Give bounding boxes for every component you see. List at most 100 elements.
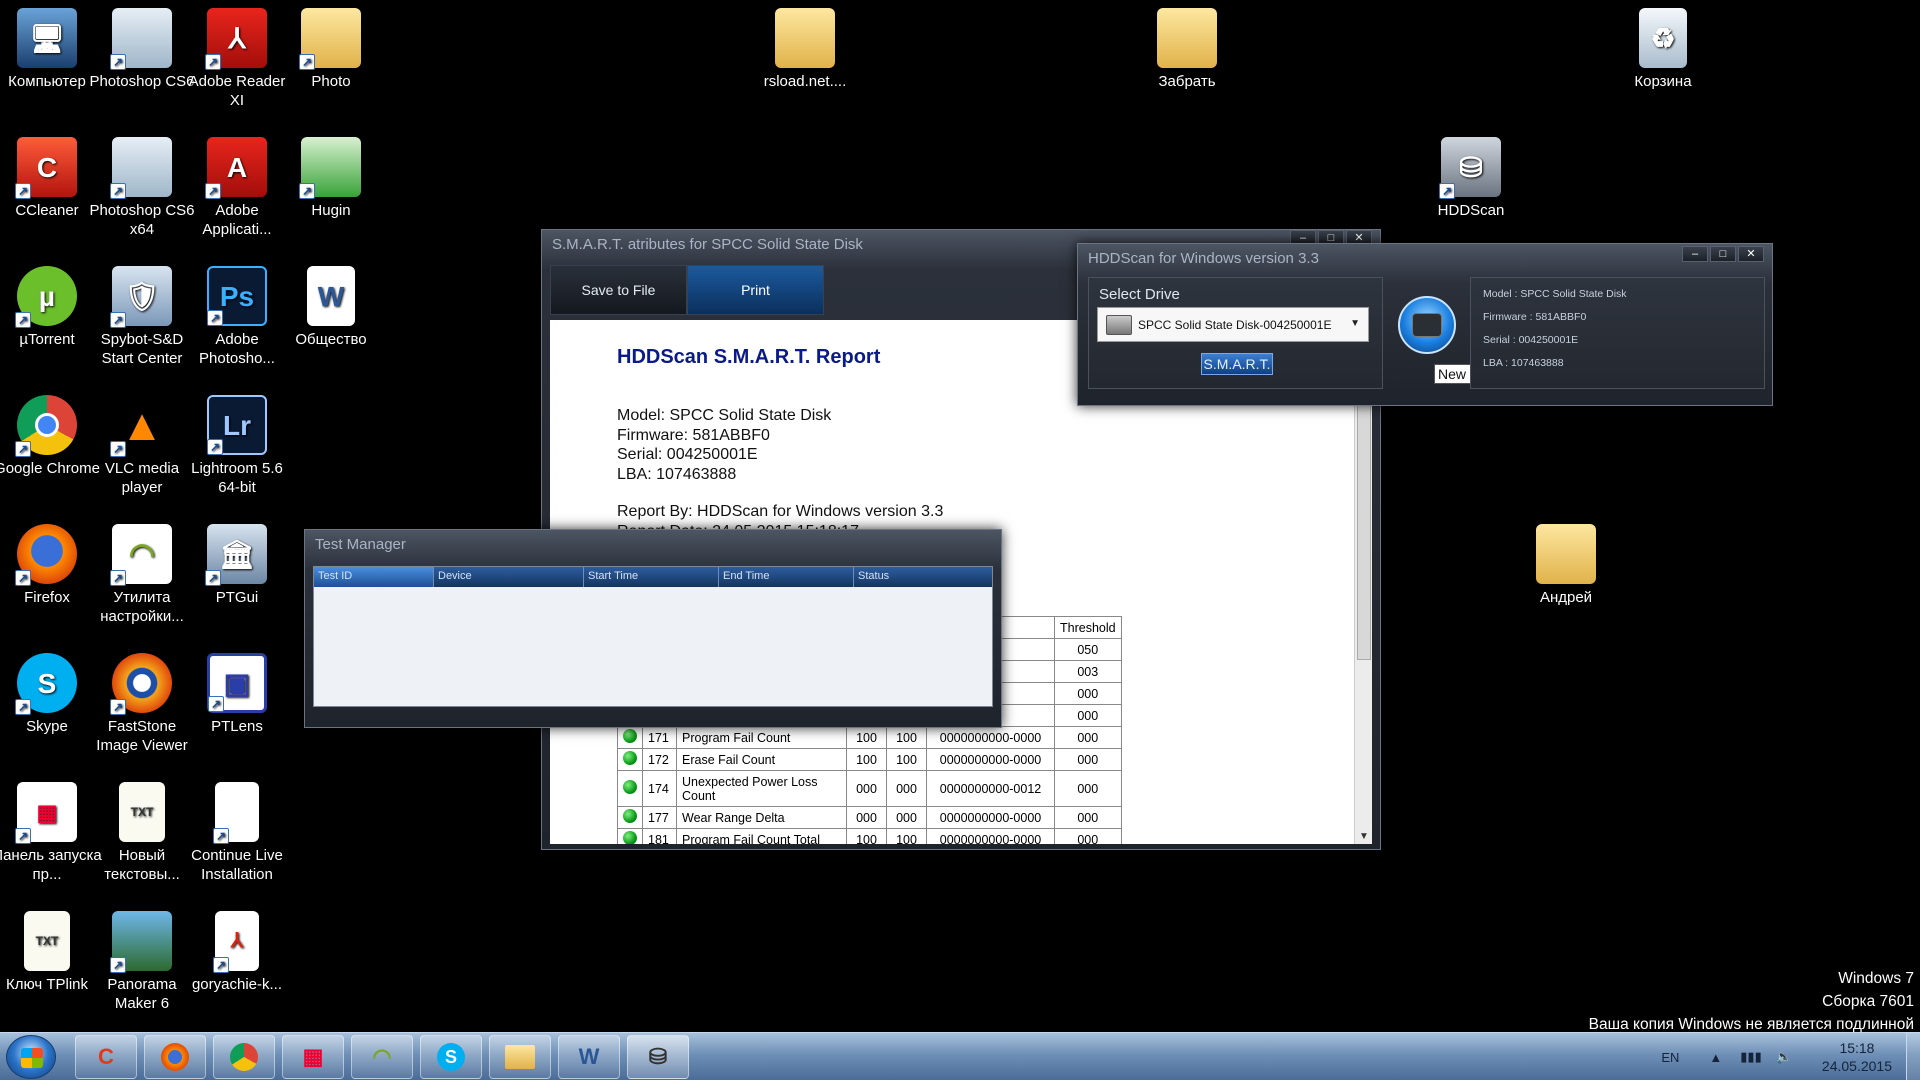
hdd-icon (1412, 313, 1442, 337)
taskbar-skype[interactable]: S (420, 1035, 482, 1079)
desktop-icon-ptgui[interactable]: 🏛 ↗ PTGui (182, 524, 292, 607)
drive-info-panel: Model : SPCC Solid State Disk Firmware :… (1470, 277, 1765, 389)
hddscan-titlebar[interactable]: HDDScan for Windows version 3.3 (1078, 244, 1772, 274)
desktop-icon-panorama-maker[interactable]: ↗ Panorama Maker 6 (87, 911, 197, 1013)
faststone-icon: ↗ (110, 653, 172, 715)
adobe-icon: A ↗ (205, 137, 267, 199)
windows-watermark: Windows 7 Сборка 7601 Ваша копия Windows… (1588, 970, 1914, 1033)
threshold-column-header: Threshold (1054, 616, 1122, 639)
skype-icon: S (437, 1043, 465, 1071)
smart-button[interactable]: S.M.A.R.T. (1201, 353, 1273, 375)
maximize-button[interactable]: □ (1710, 246, 1736, 262)
drive-select[interactable]: SPCC Solid State Disk-004250001E ▼ (1097, 307, 1369, 342)
recycle-bin-icon: ♻ (1639, 8, 1687, 68)
desktop-icon-zabrat[interactable]: Забрать (1132, 8, 1242, 91)
table-row: 172 Erase Fail Count 100 100 0000000000-… (617, 748, 1122, 771)
test-manager-titlebar[interactable]: Test Manager (305, 530, 1001, 560)
desktop-icon-photoshop-cs6-x64[interactable]: ↗ Photoshop CS6 x64 (87, 137, 197, 239)
volume-icon[interactable]: 🔈 (1776, 1049, 1792, 1065)
report-firmware: Firmware: 581ABBF0 (617, 426, 770, 444)
photoshop-icon: ↗ (110, 8, 172, 70)
taskbar-chrome[interactable] (213, 1035, 275, 1079)
show-desktop-button[interactable] (1906, 1033, 1920, 1080)
desktop-icon-andrey[interactable]: Андрей (1511, 524, 1621, 607)
select-drive-group: Select Drive SPCC Solid State Disk-00425… (1088, 277, 1383, 389)
wifi-utility-icon: ◠ (372, 1044, 392, 1069)
spybot-icon: 🛡 ↗ (110, 266, 172, 328)
save-to-file-button[interactable]: Save to File (550, 265, 687, 315)
table-row: 171 Program Fail Count 100 100 000000000… (617, 726, 1122, 749)
wifi-utility-icon: ◠ ↗ (110, 524, 172, 586)
ccleaner-icon: C ↗ (15, 137, 77, 199)
system-tray: EN ▲ ▮▮▮ 🔈 15:18 24.05.2015 (1661, 1033, 1920, 1080)
status-ok-icon (623, 780, 637, 794)
language-indicator[interactable]: EN (1661, 1050, 1679, 1065)
chevron-down-icon[interactable]: ▼ (1350, 318, 1360, 329)
col-test-id[interactable]: Test ID (314, 567, 434, 587)
info-serial: Serial : 004250001E (1483, 334, 1579, 346)
report-model: Model: SPCC Solid State Disk (617, 407, 832, 424)
word-icon: W (578, 1044, 600, 1069)
folder-icon (1157, 8, 1217, 68)
network-icon[interactable]: ▮▮▮ (1740, 1049, 1761, 1065)
desktop-icon-lightroom[interactable]: Lr ↗ Lightroom 5.6 64-bit (182, 395, 292, 497)
status-ok-icon (623, 729, 637, 743)
taskbar-word[interactable]: W (558, 1035, 620, 1079)
test-manager-header: Test ID Device Start Time End Time Statu… (314, 567, 992, 587)
file-icon: ↗ (213, 782, 259, 844)
desktop-icon-photoshop-cs6[interactable]: ↗ Photoshop CS6 (87, 8, 197, 91)
desktop-icon-wifi-utility[interactable]: ◠ ↗ Утилита настройки... (87, 524, 197, 626)
hddscan-main-window[interactable]: HDDScan for Windows version 3.3 – □ ✕ Se… (1077, 243, 1773, 406)
taskbar-wifi-utility[interactable]: ◠ (351, 1035, 413, 1079)
clock[interactable]: 15:18 24.05.2015 (1822, 1039, 1892, 1075)
col-end-time[interactable]: End Time (719, 567, 854, 587)
table-row: 174 Unexpected Power Loss Count 000 000 … (617, 770, 1122, 807)
desktop-icon-recycle-bin[interactable]: ♻ Корзина (1608, 8, 1718, 91)
start-button[interactable] (6, 1035, 56, 1079)
minimize-button[interactable]: – (1682, 246, 1708, 262)
taskbar-hddscan[interactable]: ⛁ (627, 1035, 689, 1079)
folder-icon (775, 8, 835, 68)
col-status[interactable]: Status (854, 567, 992, 587)
test-manager-window[interactable]: Test Manager Test ID Device Start Time E… (304, 529, 1002, 728)
taskbar: C ▦ ◠ S W ⛁ EN ▲ ▮▮▮ 🔈 15:18 24.05.2015 (0, 1032, 1920, 1080)
new-task-button[interactable] (1398, 296, 1456, 354)
vlc-icon: ▲ ↗ (110, 395, 172, 457)
firefox-icon (161, 1043, 189, 1071)
desktop-icon-obshchestvo[interactable]: W Общество (276, 266, 386, 349)
col-device[interactable]: Device (434, 567, 584, 587)
desktop-icon-new-text[interactable]: TXT Новый текстовы... (87, 782, 197, 884)
close-button[interactable]: ✕ (1738, 246, 1764, 262)
ptlens-icon: ▣ ↗ (207, 653, 267, 713)
desktop-icon-vlc[interactable]: ▲ ↗ VLC media player (87, 395, 197, 497)
report-lba: LBA: 107463888 (617, 465, 737, 483)
desktop-icon-ptlens[interactable]: ▣ ↗ PTLens (182, 653, 292, 736)
desktop-icon-photo[interactable]: ↗ Photo (276, 8, 386, 91)
tray-expand-icon[interactable]: ▲ (1709, 1050, 1722, 1065)
computer-icon: 🖥 (17, 8, 77, 68)
selected-drive-text: SPCC Solid State Disk-004250001E (1138, 317, 1332, 332)
taskbar-firefox[interactable] (144, 1035, 206, 1079)
desktop-icon-spybot[interactable]: 🛡 ↗ Spybot-S&D Start Center (87, 266, 197, 368)
text-file-icon: TXT (119, 782, 165, 842)
desktop-icon-goryachie[interactable]: ⅄ ↗ goryachie-k... (182, 911, 292, 994)
col-start-time[interactable]: Start Time (584, 567, 719, 587)
info-firmware: Firmware : 581ABBF0 (1483, 311, 1587, 323)
launch-panel-icon: ▦ ↗ (15, 782, 77, 844)
test-manager-list[interactable]: Test ID Device Start Time End Time Statu… (313, 566, 993, 707)
print-button[interactable]: Print (687, 265, 824, 315)
hddscan-icon: ⛁ (648, 1044, 668, 1069)
desktop-icon-faststone[interactable]: ↗ FastStone Image Viewer (87, 653, 197, 755)
scroll-down-arrow-icon[interactable]: ▼ (1355, 831, 1373, 842)
desktop-icon-hddscan[interactable]: ⛁ ↗ HDDScan (1416, 137, 1526, 220)
taskbar-explorer[interactable] (489, 1035, 551, 1079)
desktop-icon-hugin[interactable]: ↗ Hugin (276, 137, 386, 220)
desktop-icon-rsload[interactable]: rsload.net.... (750, 8, 860, 91)
skype-icon: S ↗ (15, 653, 77, 715)
desktop-icon-continue-live[interactable]: ↗ Continue Live Installation (182, 782, 292, 884)
info-lba: LBA : 107463888 (1483, 357, 1564, 369)
taskbar-ccleaner[interactable]: C (75, 1035, 137, 1079)
photoshop-icon: ↗ (110, 137, 172, 199)
smart-window-title: S.M.A.R.T. atributes for SPCC Solid Stat… (552, 236, 863, 253)
taskbar-launch-panel[interactable]: ▦ (282, 1035, 344, 1079)
